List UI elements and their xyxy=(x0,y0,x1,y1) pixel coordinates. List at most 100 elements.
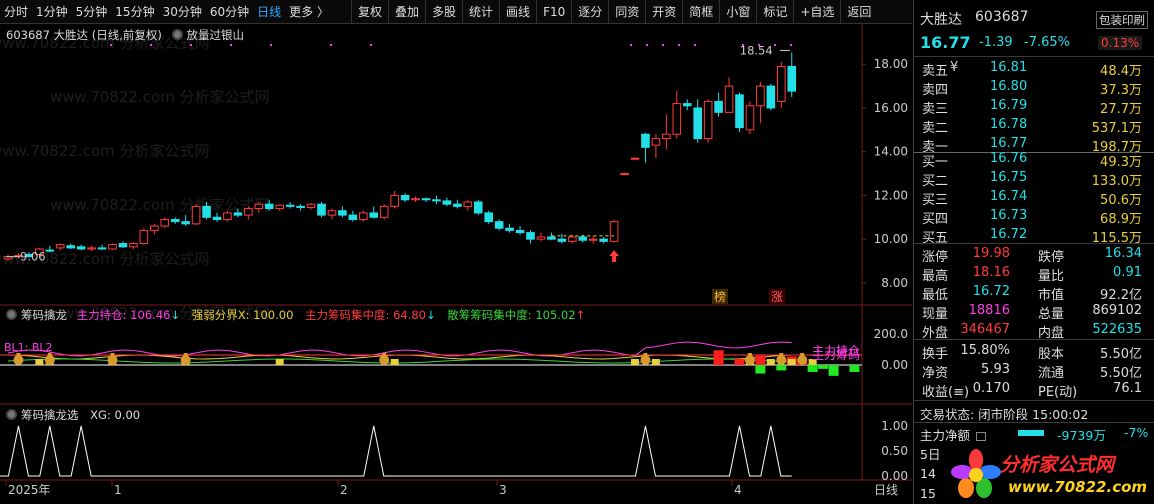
ind1-yellow-bar xyxy=(651,359,660,365)
stat-row: 现量 18816 总量 869102 xyxy=(914,302,1146,322)
ind1-axis-label: 200.0 xyxy=(874,327,908,341)
money-bag-icon xyxy=(180,355,191,365)
toolbar-button-8[interactable]: 开资 xyxy=(645,0,682,24)
settings-gear-icon[interactable] xyxy=(171,28,187,42)
ind1-yellow-bar xyxy=(275,359,284,365)
candle-body xyxy=(453,203,462,207)
timeframe-tab-6[interactable]: 日线 xyxy=(253,0,285,24)
ask-volume: 37.3万 xyxy=(1100,83,1142,98)
candle-body xyxy=(150,225,159,231)
money-bag-icon xyxy=(643,353,648,356)
toolbar-button-13[interactable]: 返回 xyxy=(840,0,877,24)
toolbar-button-6[interactable]: 逐分 xyxy=(571,0,608,24)
stat-value: 5.50亿 xyxy=(1100,366,1142,381)
toolbar-button-5[interactable]: F10 xyxy=(536,0,571,24)
stat-value: 15.80% xyxy=(960,343,1010,358)
candle-body xyxy=(285,204,295,207)
toolbar-button-10[interactable]: 小窗 xyxy=(719,0,756,24)
candle-body xyxy=(473,201,483,214)
candle-body xyxy=(244,208,253,216)
ind1-yellow-bar xyxy=(631,359,639,365)
indicator2-name: 筹码擒龙选 xyxy=(21,408,79,422)
toolbar-button-1[interactable]: 叠加 xyxy=(388,0,425,24)
bid-row: 买四 16.73 68.9万 xyxy=(914,207,1146,227)
stat-label: 涨停 xyxy=(922,250,949,265)
toolbar-button-0[interactable]: 复权 xyxy=(350,0,388,24)
timeframe-tab-3[interactable]: 15分钟 xyxy=(111,0,158,24)
candle-body xyxy=(181,221,190,225)
toolbar-button-12[interactable]: +自选 xyxy=(793,0,840,24)
divider xyxy=(914,422,1154,423)
time-row-1: 14 xyxy=(920,466,936,481)
candle-body xyxy=(202,205,211,218)
toolbar-button-9[interactable]: 简框 xyxy=(682,0,719,24)
timeframe-tab-0[interactable]: 分时 xyxy=(0,0,32,24)
indicator1-item1: 主力持仓: 106.46 xyxy=(76,308,171,322)
stock-name: 大胜达 xyxy=(920,12,962,28)
indicator2-xg: XG: 0.00 xyxy=(90,408,141,422)
money-bag-icon xyxy=(183,353,188,356)
timeframe-tab-4[interactable]: 30分钟 xyxy=(159,0,206,24)
candle-body xyxy=(494,221,504,229)
candle-body xyxy=(693,107,703,140)
net-inflow-bar xyxy=(1018,430,1044,436)
candle-body xyxy=(568,236,577,242)
stat-row: 外盘 346467 内盘 522635 xyxy=(914,321,1146,341)
site-logo: 分析家公式网 www.70822.com xyxy=(944,446,1152,502)
candle-body xyxy=(662,133,671,140)
toolbar-button-11[interactable]: 标记 xyxy=(756,0,793,24)
pattern-label: 放量过银山 xyxy=(186,28,245,42)
kline-chart-svg: www.70822.com 分析家公式网 www.70822.com 分析家公式网… xyxy=(0,24,912,497)
net-inflow-label: 主力净额 xyxy=(920,428,971,443)
stat-row: 涨停 19.98 跌停 16.34 xyxy=(914,245,1146,265)
stat-label: 现量 xyxy=(922,307,949,322)
indicator2-gear-icon[interactable] xyxy=(6,409,17,420)
indicator1-item3: 主力筹码集中度: 64.80 xyxy=(305,308,426,322)
toolbar-button-4[interactable]: 画线 xyxy=(499,0,536,24)
stat-value: 0.170 xyxy=(972,381,1010,396)
kline-chart-area[interactable]: www.70822.com 分析家公式网 www.70822.com 分析家公式网… xyxy=(0,24,912,504)
weibi-value: 0.13% xyxy=(1098,36,1143,50)
toolbar-button-7[interactable]: 同资 xyxy=(608,0,645,24)
candle-body xyxy=(359,212,368,220)
candle-body xyxy=(630,157,640,160)
candle-body xyxy=(536,236,546,240)
timeframe-tab-5[interactable]: 60分钟 xyxy=(206,0,253,24)
stat-value: 869102 xyxy=(1092,303,1142,318)
stat-value: 16.72 xyxy=(972,284,1010,299)
buy-arrow-icon xyxy=(609,250,620,263)
bid-volume: 133.0万 xyxy=(1091,174,1142,189)
sector-tag[interactable]: 包装印刷 xyxy=(1096,11,1148,29)
candle-body xyxy=(682,103,692,107)
chart-toolbar: 分时 1分钟 5分钟 15分钟 30分钟 60分钟 日线 更多 〉 复权 叠加 多股 统计 画线 F10… xyxy=(0,0,912,24)
candle-body xyxy=(557,238,567,242)
indicator1-gear-icon[interactable] xyxy=(6,309,17,320)
toolbar-button-3[interactable]: 统计 xyxy=(462,0,499,24)
candle-body xyxy=(787,65,797,92)
date-label: 4 xyxy=(734,483,742,497)
candle-body xyxy=(45,249,55,252)
timeframe-tab-1[interactable]: 1分钟 xyxy=(32,0,72,24)
ind1-yellow-bar xyxy=(787,359,796,365)
stat-value: 76.1 xyxy=(1113,381,1142,396)
toolbar-button-2[interactable]: 多股 xyxy=(425,0,462,24)
indicator1-item2: 强弱分界X: 100.00 xyxy=(191,308,294,322)
list-icon[interactable] xyxy=(976,432,986,441)
price-tick-label: 8.00 xyxy=(881,276,908,290)
date-label: 1 xyxy=(114,483,122,497)
tool-button-group: 复权 叠加 多股 统计 画线 F10 逐分 同资 开资 简框 小窗 标记 +自选 返回 xyxy=(350,0,877,24)
ask-price: 16.79 xyxy=(990,98,1028,113)
candle-body xyxy=(129,243,138,248)
stat-label: 净资 xyxy=(922,366,949,381)
bid-volume: 49.3万 xyxy=(1100,155,1142,170)
signal-dot xyxy=(270,44,272,46)
timeframe-tab-2[interactable]: 5分钟 xyxy=(72,0,112,24)
high-price-label: 18.54 xyxy=(740,43,773,57)
ask-row: 卖三 16.79 27.7万 xyxy=(914,97,1146,117)
ind1-threshold-line xyxy=(7,354,792,360)
candle-body xyxy=(87,247,96,250)
signal-dot xyxy=(230,44,232,46)
timeframe-tab-7[interactable]: 更多 〉 xyxy=(285,0,333,24)
price-change: -1.39 xyxy=(979,35,1013,50)
bid-row: 买一 16.76 49.3万 xyxy=(914,150,1146,170)
